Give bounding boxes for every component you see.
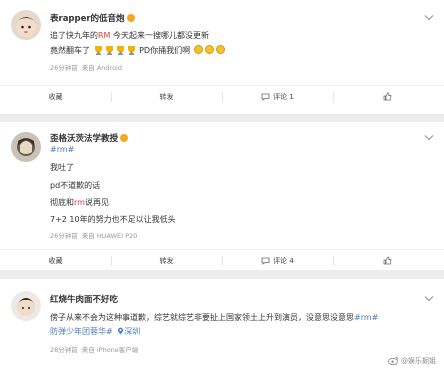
location-link[interactable]: 深圳 (124, 327, 140, 336)
trophy-emoji-icon (105, 46, 113, 55)
comment-icon (261, 257, 270, 265)
chevron-down-icon[interactable] (424, 134, 434, 141)
comment-label: 评论 4 (273, 256, 294, 265)
hashtag-link[interactable]: 防弹少年团蓉华# (50, 327, 113, 336)
avatar[interactable] (11, 10, 41, 40)
post-text-line: 傍子从来不会为这种事道歉，综艺就综艺非要扯上国家领土上升到演员，没意思没意思#r… (50, 312, 378, 323)
timestamp: 26分钟前 (50, 232, 78, 240)
username-text[interactable]: 表rapper的低音炮 (50, 14, 125, 24)
like-button[interactable] (333, 86, 444, 107)
repost-label: 转发 (159, 256, 174, 265)
watermark: @娱乐掘姐 (388, 356, 436, 366)
post-card: 表rapper的低音炮 追了快九年的RM 今天起来一搜哪儿都没更新 竟然翻车了 … (0, 0, 444, 114)
crying-emoji-icon (215, 45, 225, 54)
username-text[interactable]: 歪格沃茨法学教授 (50, 134, 118, 144)
crying-emoji-icon (204, 45, 214, 54)
highlight-text: RM (98, 31, 111, 40)
post-text-line: 彻底和rm说再见 (50, 197, 109, 208)
collect-label: 收藏 (48, 92, 63, 101)
thumbs-up-icon (383, 256, 391, 265)
timestamp: 26分钟前 (50, 64, 78, 72)
text-segment: 7+2 10年的努力也不足以让我低头 (50, 215, 176, 224)
text-segment: 说再见 (84, 198, 109, 207)
post-text-line: 7+2 10年的努力也不足以让我低头 (50, 214, 176, 225)
action-bar: 收藏 转发 评论 1 (0, 85, 444, 107)
source-label: 来自 iPhone客户端 (81, 346, 139, 354)
chevron-down-icon[interactable] (424, 295, 434, 302)
timestamp: 28分钟前 (50, 346, 78, 354)
post-meta: 28分钟前 来自 iPhone客户端 (50, 344, 142, 354)
text-segment: pd不道歉的话 (50, 181, 101, 190)
post-text-line: 防弹少年团蓉华# 深圳 (50, 326, 140, 337)
weibo-logo-icon (388, 356, 399, 366)
comment-button[interactable]: 评论 4 (222, 250, 333, 271)
text-segment: 今天起来一搜哪儿都没更新 (110, 31, 210, 40)
comment-button[interactable]: 评论 1 (222, 86, 333, 107)
repost-label: 转发 (159, 92, 174, 101)
thumbs-up-icon (383, 92, 391, 101)
vip-badge-icon (120, 134, 129, 142)
watermark-text: @娱乐掘姐 (401, 357, 436, 365)
username-text[interactable]: 红烧牛肉面不好吃 (50, 295, 118, 305)
action-bar: 收藏 转发 评论 4 (0, 249, 444, 271)
text-segment: PD你捅我们啊 (139, 46, 191, 55)
crying-emoji-icon (193, 45, 203, 54)
hashtag-link[interactable]: #rm# (354, 313, 378, 322)
post-text-line: 竟然翻车了 PD你捅我们啊 (50, 45, 226, 56)
trophy-emoji-icon (116, 46, 124, 55)
post-meta: 26分钟前 来自 Android (50, 62, 126, 72)
hashtag-link[interactable]: #rm# (50, 145, 74, 154)
username[interactable]: 红烧牛肉面不好吃 (50, 293, 118, 305)
collect-button[interactable]: 收藏 (0, 86, 111, 107)
collect-label: 收藏 (48, 256, 63, 265)
avatar[interactable] (11, 291, 41, 321)
post-card: 红烧牛肉面不好吃 傍子从来不会为这种事道歉，综艺就综艺非要扯上国家领土上升到演员… (0, 279, 444, 370)
username[interactable]: 歪格沃茨法学教授 (50, 132, 129, 144)
collect-button[interactable]: 收藏 (0, 250, 111, 271)
text-segment: 傍子从来不会为这种事道歉，综艺就综艺非要扯上国家领土上升到演员，没意思没意思 (50, 313, 354, 322)
like-button[interactable] (333, 250, 444, 271)
source-label: 来自 Android (81, 64, 122, 72)
post-text-line: #rm# (50, 145, 74, 154)
post-text-line: 追了快九年的RM 今天起来一搜哪儿都没更新 (50, 30, 209, 41)
repost-button[interactable]: 转发 (111, 250, 222, 271)
comment-icon (261, 93, 270, 101)
trophy-emoji-icon (127, 46, 135, 55)
text-segment: 竟然翻车了 (50, 46, 90, 55)
repost-button[interactable]: 转发 (111, 86, 222, 107)
post-text-line: pd不道歉的话 (50, 180, 100, 191)
highlight-text: rm (74, 198, 85, 207)
username[interactable]: 表rapper的低音炮 (50, 12, 135, 24)
text-segment: 追了快九年的 (50, 31, 98, 40)
vip-badge-icon (126, 14, 135, 22)
post-card: 歪格沃茨法学教授 #rm# 我吐了 pd不道歉的话 彻底和rm说再见 7+2 1… (0, 122, 444, 270)
chevron-down-icon[interactable] (424, 14, 434, 21)
source-label: 来自 HUAWEI P20 (81, 232, 138, 240)
post-text-line: 我吐了 (50, 162, 74, 173)
text-segment: 彻底和 (50, 198, 74, 207)
text-segment: 我吐了 (50, 163, 74, 172)
comment-label: 评论 1 (273, 92, 294, 101)
post-meta: 26分钟前 来自 HUAWEI P20 (50, 230, 141, 240)
trophy-emoji-icon (94, 46, 102, 55)
avatar[interactable] (11, 132, 41, 162)
